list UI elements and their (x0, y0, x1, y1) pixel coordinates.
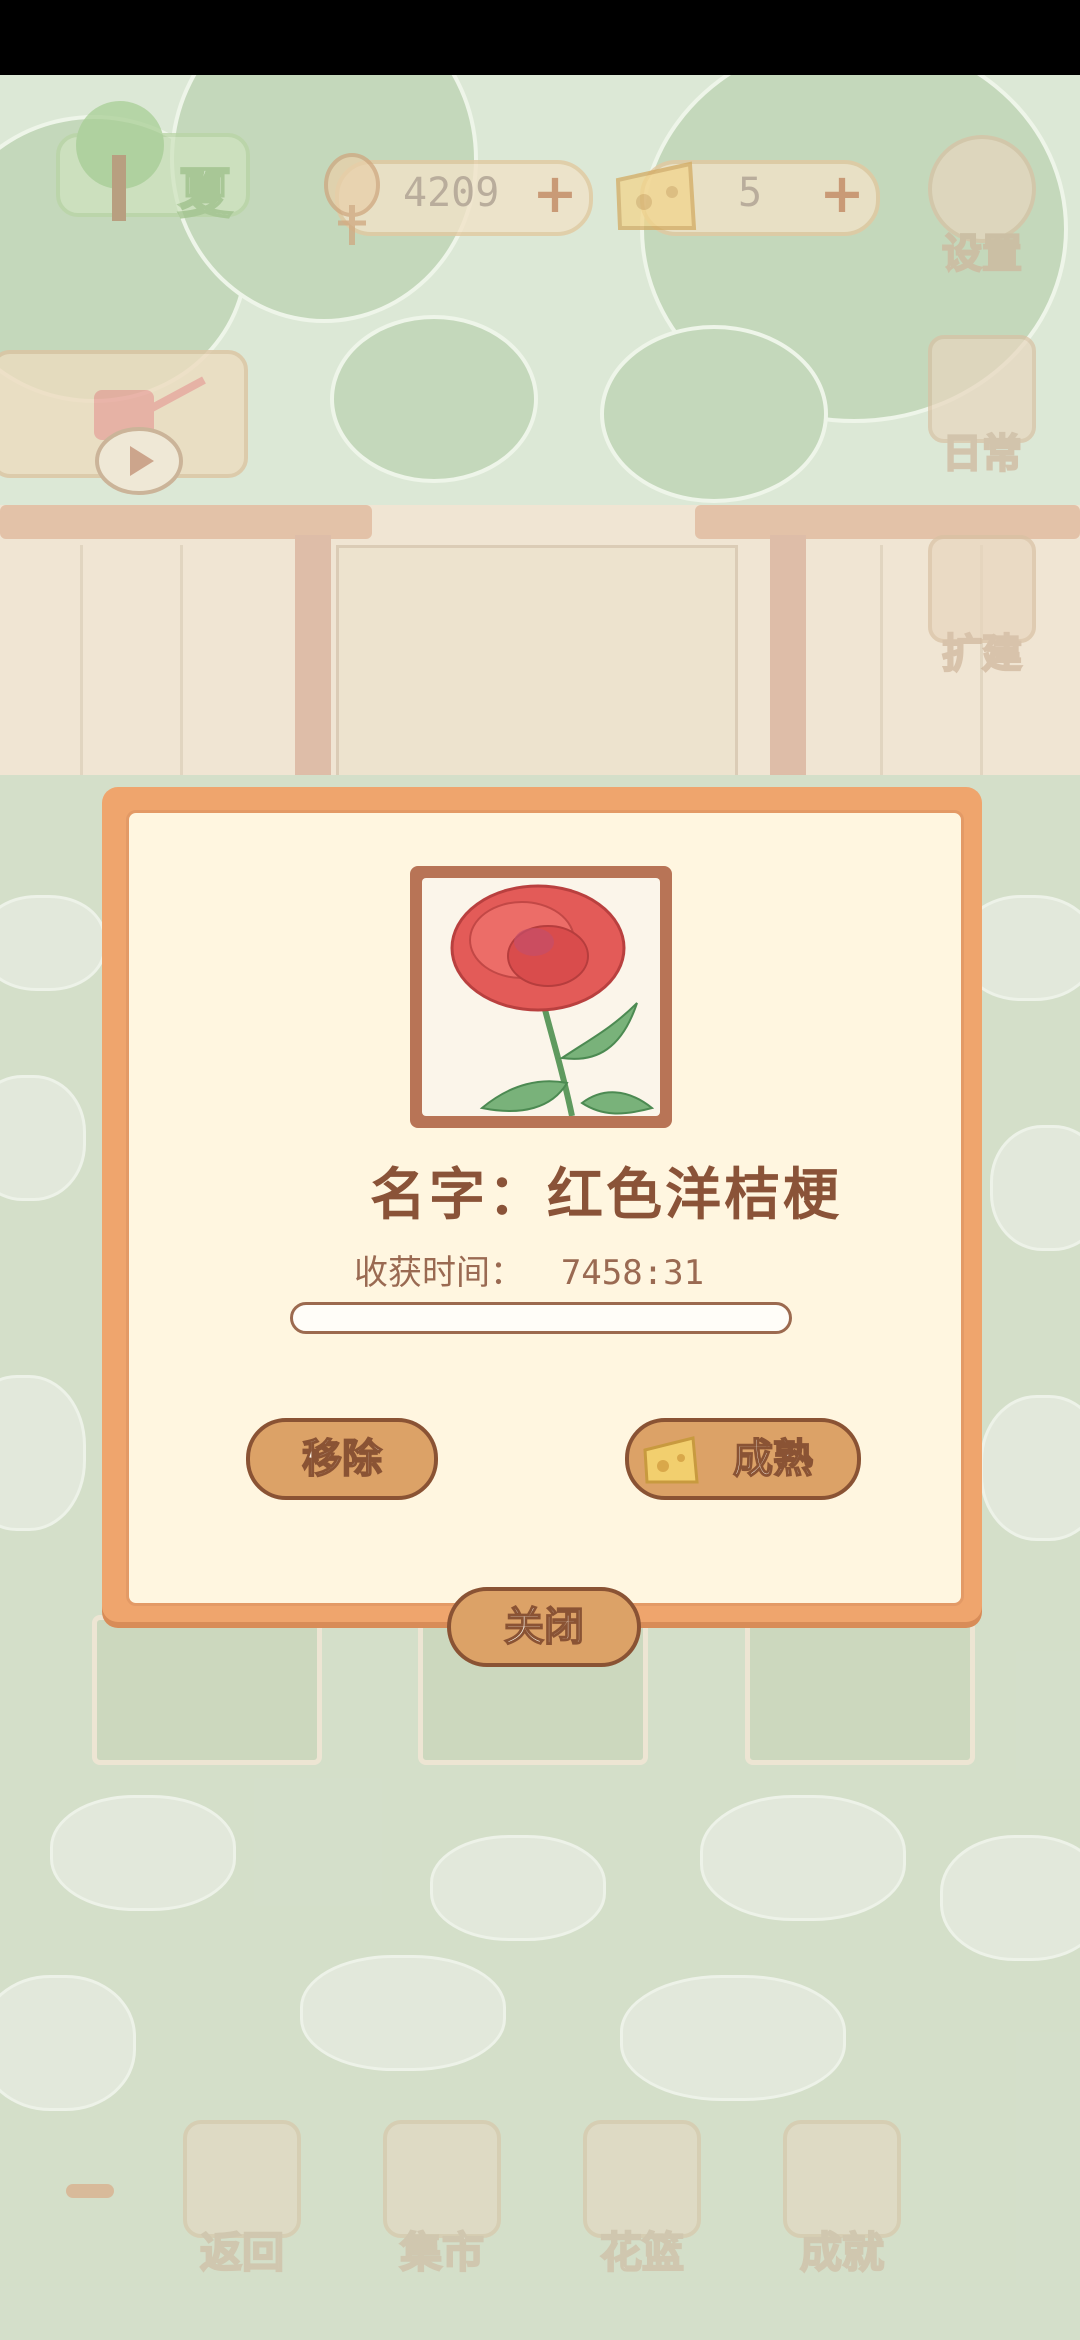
harvest-time-label: 收获时间： (354, 1253, 524, 1293)
add-cheese-button[interactable]: + (818, 167, 866, 221)
status-bar (0, 0, 1080, 75)
ripen-button[interactable]: 成熟 (625, 1418, 861, 1500)
fish-count: 4209 (403, 170, 500, 216)
remove-button[interactable]: 移除 (246, 1418, 438, 1500)
plant-picture-frame (410, 866, 672, 1128)
nav-flower-basket[interactable]: 花篮 (572, 2120, 712, 2278)
daily-label: 日常 (941, 430, 1023, 478)
nav-back[interactable]: 返回 (172, 2120, 312, 2278)
expand-button[interactable]: 扩建 (922, 535, 1042, 678)
harvest-time-row: 收获时间： 7458:31 (354, 1245, 704, 1294)
close-button[interactable]: 关闭 (447, 1587, 641, 1667)
cheese-icon (615, 161, 697, 230)
ripen-label: 成熟 (732, 1435, 814, 1483)
cheese-icon (643, 1436, 699, 1484)
settings-label: 设置 (941, 230, 1023, 278)
nav-back-label: 返回 (199, 2227, 285, 2278)
collapse-nav-button[interactable] (66, 2184, 114, 2198)
growth-progress-bar (290, 1302, 792, 1334)
play-icon (95, 427, 183, 495)
plant-name: 名字：红色洋桔梗 (370, 1163, 842, 1228)
nav-achievements-label: 成就 (799, 2227, 885, 2278)
add-fish-button[interactable]: + (531, 167, 579, 221)
nav-flower-basket-label: 花篮 (599, 2227, 685, 2278)
season-badge[interactable]: 夏 (50, 95, 260, 233)
nav-achievements[interactable]: 成就 (772, 2120, 912, 2278)
expand-label: 扩建 (941, 630, 1023, 678)
remove-label: 移除 (301, 1435, 383, 1483)
harvest-time-value: 7458:31 (560, 1253, 705, 1293)
close-label: 关闭 (503, 1603, 585, 1651)
settings-button[interactable]: 设置 (922, 135, 1042, 278)
cheese-count: 5 (738, 170, 763, 216)
rose-icon (450, 884, 655, 1116)
fish-bone-icon (324, 153, 380, 245)
plant-picture (422, 878, 660, 1116)
season-label: 夏 (177, 161, 233, 226)
nav-market-label: 集市 (399, 2227, 485, 2278)
watch-video-button[interactable] (0, 350, 248, 495)
nav-market[interactable]: 集市 (372, 2120, 512, 2278)
daily-button[interactable]: 日常 (922, 335, 1042, 478)
